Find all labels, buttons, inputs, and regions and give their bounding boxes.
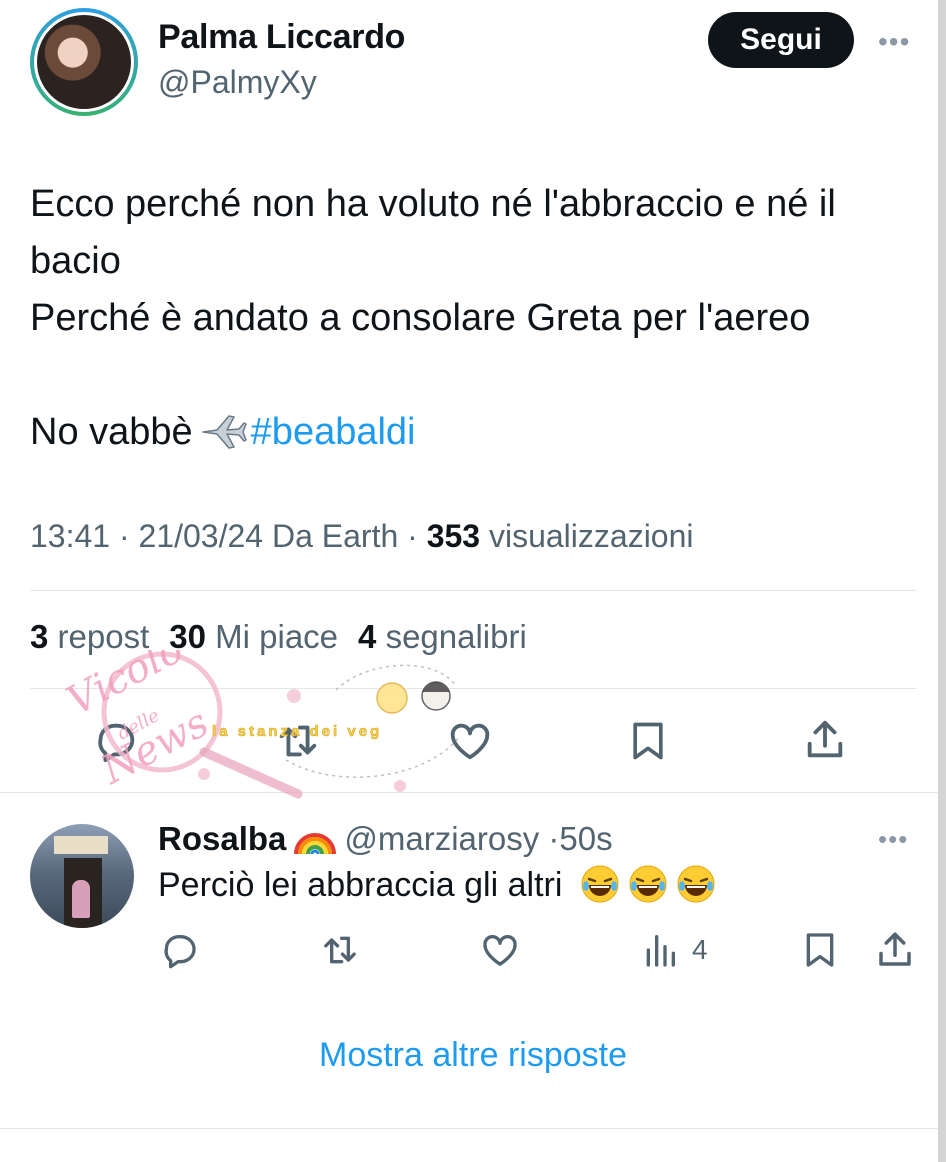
- avatar-photo: [54, 836, 108, 854]
- meta-separator: ·: [407, 518, 418, 554]
- reply-share-button[interactable]: [874, 928, 916, 972]
- tweet-text-line: No vabbè #beabaldi: [30, 404, 920, 461]
- reply-repost-button[interactable]: [318, 930, 362, 970]
- divider: [0, 1128, 938, 1129]
- reply-icon: [164, 935, 196, 969]
- share-icon: [879, 932, 911, 966]
- reply-more-options-icon[interactable]: •••: [878, 824, 908, 855]
- tweet-text: Ecco perché non ha voluto né l'abbraccio…: [30, 176, 920, 461]
- tweet-source: Da Earth: [271, 518, 399, 554]
- laughing-emoji-icon: [581, 865, 619, 903]
- reply-author-handle[interactable]: @marziarosy: [344, 820, 539, 857]
- tweet-text-line: bacio: [30, 240, 121, 282]
- laughing-emoji-icon: [629, 865, 667, 903]
- tweet-text-segment: No vabbè: [30, 411, 193, 453]
- author-name[interactable]: Palma Liccardo: [158, 18, 405, 57]
- rainbow-emoji-icon: [294, 833, 337, 855]
- reply-bookmark-button[interactable]: [800, 928, 840, 972]
- reply-views-count: 4: [692, 934, 708, 965]
- more-options-icon[interactable]: •••: [878, 26, 910, 58]
- follow-button[interactable]: Segui: [708, 12, 854, 68]
- reply-views-button[interactable]: 4: [640, 930, 708, 970]
- reply-time[interactable]: ·50s: [548, 820, 612, 857]
- airplane-emoji-icon: [201, 415, 247, 449]
- watermark-logo: Vicolo delle News la stanza dei veg: [60, 650, 461, 799]
- share-icon: [807, 720, 843, 758]
- reply-like-button[interactable]: [478, 930, 522, 970]
- hashtag-link[interactable]: #beabaldi: [251, 411, 416, 453]
- watermark-text: la stanza dei veg: [212, 723, 382, 740]
- reply-author-avatar[interactable]: [30, 824, 134, 928]
- meta-separator: ·: [118, 518, 130, 554]
- bookmark-icon: [633, 722, 663, 760]
- reply-text-content: Perciò lei abbraccia gli altri: [158, 866, 563, 904]
- tweet-date[interactable]: 21/03/24: [139, 518, 264, 554]
- tweet-time[interactable]: 13:41: [30, 518, 110, 554]
- show-more-replies-link[interactable]: Mostra altre risposte: [0, 1036, 946, 1075]
- like-icon: [483, 934, 517, 966]
- reply-header: Rosalba @marziarosy ·50s: [158, 814, 613, 858]
- bookmark-icon: [806, 933, 834, 967]
- bookmark-button[interactable]: [626, 716, 670, 766]
- author-handle[interactable]: @PalmyXy: [158, 64, 317, 101]
- tweet-text-line: Perché è andato a consolare Greta per l'…: [30, 297, 811, 339]
- laughing-emoji-icon: [677, 865, 715, 903]
- repost-icon: [324, 936, 356, 964]
- scrollbar[interactable]: [938, 0, 946, 1162]
- tweet-meta: 13:41 · 21/03/24 Da Earth · 353 visualiz…: [30, 518, 694, 555]
- reply-text: Perciò lei abbraccia gli altri: [158, 864, 716, 905]
- views-count: 353: [426, 518, 481, 554]
- author-avatar[interactable]: [30, 8, 138, 116]
- avatar-photo: [34, 12, 134, 112]
- share-button[interactable]: [802, 716, 848, 764]
- views-label: visualizzazioni: [488, 518, 694, 554]
- tweet-text-line: Ecco perché non ha voluto né l'abbraccio…: [30, 183, 836, 225]
- reply-reply-button[interactable]: [158, 930, 200, 970]
- divider: [30, 590, 916, 591]
- reply-author-name[interactable]: Rosalba: [158, 820, 286, 857]
- views-icon: [646, 935, 675, 967]
